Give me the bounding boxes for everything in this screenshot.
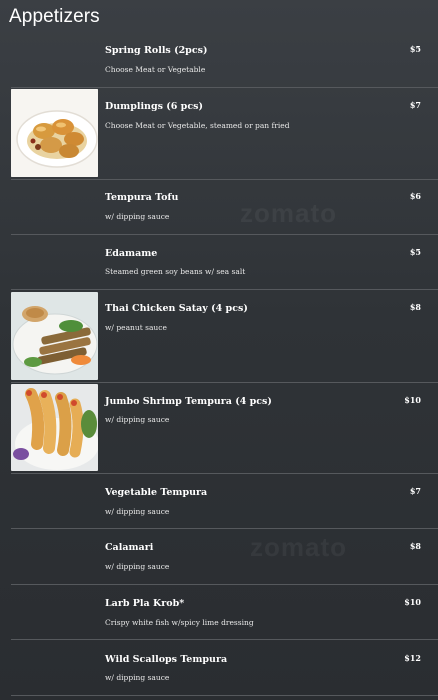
- menu-item-spring-rolls[interactable]: Spring Rolls (2pcs) Choose Meat or Veget…: [0, 32, 438, 87]
- item-price: $10: [404, 395, 421, 405]
- menu-item-thai-chicken-satay[interactable]: Thai Chicken Satay (4 pcs) w/ peanut sau…: [0, 290, 438, 382]
- item-description: w/ peanut sauce: [105, 323, 167, 332]
- item-price: $6: [409, 191, 421, 201]
- menu-item-dumplings[interactable]: Dumplings (6 pcs) Choose Meat or Vegetab…: [0, 88, 438, 179]
- menu-item-vegetable-tempura[interactable]: Vegetable Tempura w/ dipping sauce $7: [0, 474, 438, 528]
- item-price: $5: [409, 44, 421, 54]
- item-name: Calamari: [105, 542, 154, 553]
- dumplings-photo: [11, 89, 98, 177]
- item-name: Thai Chicken Satay (4 pcs): [105, 303, 248, 314]
- appetizer-list: Spring Rolls (2pcs) Choose Meat or Veget…: [0, 0, 438, 700]
- item-description: Crispy white fish w/spicy lime dressing: [105, 618, 254, 627]
- item-description: w/ dipping sauce: [105, 673, 170, 682]
- menu-item-wild-scallops-tempura[interactable]: Wild Scallops Tempura w/ dipping sauce $…: [0, 640, 438, 695]
- item-description: w/ dipping sauce: [105, 507, 170, 516]
- item-name: Wild Scallops Tempura: [105, 654, 228, 665]
- divider: [11, 695, 438, 696]
- item-name: Tempura Tofu: [105, 192, 179, 203]
- item-name: Edamame: [105, 248, 158, 259]
- chicken-satay-photo: [11, 292, 98, 380]
- menu-item-edamame[interactable]: Edamame Steamed green soy beans w/ sea s…: [0, 235, 438, 289]
- watermark: zomato: [250, 532, 347, 562]
- item-price: $8: [409, 541, 421, 551]
- item-description: Choose Meat or Vegetable: [105, 65, 206, 74]
- menu-item-tempura-tofu[interactable]: Tempura Tofu w/ dipping sauce $6: [0, 180, 438, 234]
- watermark: zomato: [240, 198, 337, 228]
- item-name: Dumplings (6 pcs): [105, 101, 203, 112]
- item-price: $7: [409, 100, 421, 110]
- item-description: w/ dipping sauce: [105, 212, 170, 221]
- menu-item-calamari[interactable]: Calamari w/ dipping sauce $8: [0, 529, 438, 584]
- item-price: $12: [404, 653, 421, 663]
- item-price: $7: [409, 486, 421, 496]
- item-name: Jumbo Shrimp Tempura (4 pcs): [105, 396, 272, 407]
- shrimp-tempura-photo: [11, 384, 98, 471]
- item-description: Choose Meat or Vegetable, steamed or pan…: [105, 121, 290, 130]
- item-description: w/ dipping sauce: [105, 562, 170, 571]
- item-description: w/ dipping sauce: [105, 415, 170, 424]
- menu-item-jumbo-shrimp-tempura[interactable]: Jumbo Shrimp Tempura (4 pcs) w/ dipping …: [0, 383, 438, 473]
- item-name: Larb Pla Krob*: [105, 598, 185, 609]
- item-price: $8: [409, 302, 421, 312]
- item-name: Spring Rolls (2pcs): [105, 45, 208, 56]
- item-price: $5: [409, 247, 421, 257]
- item-price: $10: [404, 597, 421, 607]
- menu-item-larb-pla-krob[interactable]: Larb Pla Krob* Crispy white fish w/spicy…: [0, 585, 438, 639]
- item-description: Steamed green soy beans w/ sea salt: [105, 267, 246, 276]
- item-name: Vegetable Tempura: [105, 487, 208, 498]
